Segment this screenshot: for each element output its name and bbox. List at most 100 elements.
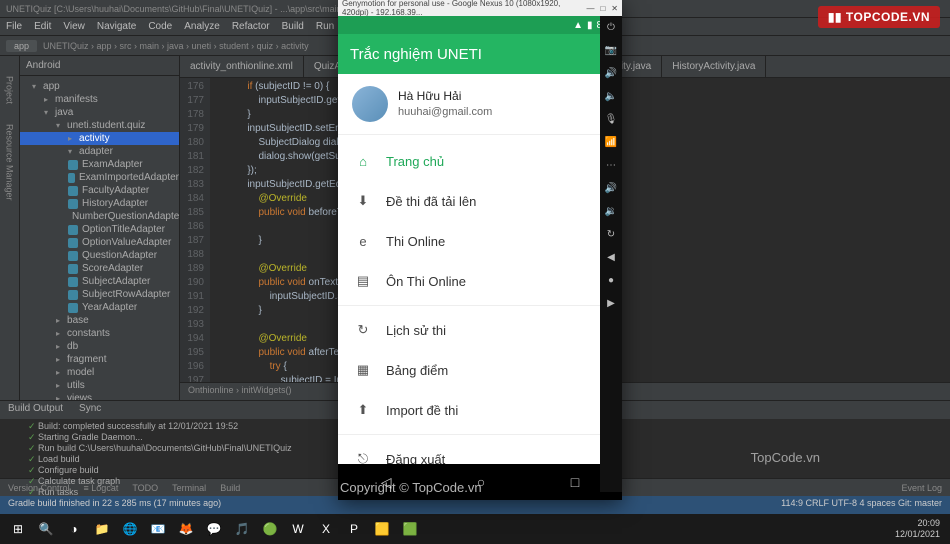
drawer-import[interactable]: ⬆Import đề thi bbox=[338, 390, 622, 430]
menu-edit[interactable]: Edit bbox=[34, 21, 51, 32]
tool-todo[interactable]: TODO bbox=[132, 483, 158, 493]
tree-questionadapter[interactable]: QuestionAdapter bbox=[20, 249, 179, 262]
tree-subjectadapter[interactable]: SubjectAdapter bbox=[20, 275, 179, 288]
tool-build[interactable]: Build bbox=[220, 483, 240, 493]
tree-base[interactable]: base bbox=[20, 314, 179, 327]
tree-fragment[interactable]: fragment bbox=[20, 353, 179, 366]
tree-historyadapter[interactable]: HistoryAdapter bbox=[20, 197, 179, 210]
app-title: Trắc nghiệm UNETI bbox=[350, 46, 482, 63]
tree-uneti-student-quiz[interactable]: uneti.student.quiz bbox=[20, 119, 179, 132]
drawer-logout[interactable]: ⎋Đăng xuất bbox=[338, 439, 622, 464]
drawer-globe[interactable]: eThi Online bbox=[338, 221, 622, 261]
menu-refactor[interactable]: Refactor bbox=[232, 21, 270, 32]
tree-scoreadapter[interactable]: ScoreAdapter bbox=[20, 262, 179, 275]
home-icon: ⌂ bbox=[354, 152, 372, 170]
emulator-titlebar[interactable]: Genymotion for personal use - Google Nex… bbox=[338, 0, 622, 16]
emu-tool-icon[interactable]: ▶ bbox=[607, 298, 615, 309]
taskbar-item[interactable]: 🟩 bbox=[396, 517, 424, 541]
tree-examimportedadapter[interactable]: ExamImportedAdapter bbox=[20, 171, 179, 184]
tree-java[interactable]: java bbox=[20, 106, 179, 119]
drawer-history[interactable]: ↻Lịch sử thi bbox=[338, 310, 622, 350]
emu-tool-icon[interactable]: 📷 bbox=[605, 45, 617, 56]
drawer-home[interactable]: ⌂ Trang chủ bbox=[338, 141, 622, 181]
tree-subjectrowadapter[interactable]: SubjectRowAdapter bbox=[20, 288, 179, 301]
close-icon[interactable]: ✕ bbox=[611, 4, 618, 13]
project-tree[interactable]: appmanifestsjavauneti.student.quizactivi… bbox=[20, 76, 179, 400]
history-icon: ↻ bbox=[354, 321, 372, 339]
tree-activity[interactable]: activity bbox=[20, 132, 179, 145]
tree-adapter[interactable]: adapter bbox=[20, 145, 179, 158]
emu-tool-icon[interactable]: 🎙 bbox=[605, 114, 618, 125]
menu-analyze[interactable]: Analyze bbox=[184, 21, 220, 32]
tree-optionvalueadapter[interactable]: OptionValueAdapter bbox=[20, 236, 179, 249]
emu-tool-icon[interactable]: ⏻ bbox=[607, 22, 615, 33]
emu-tool-icon[interactable]: 🔉 bbox=[605, 206, 617, 217]
taskbar-item[interactable]: 🔍 bbox=[32, 517, 60, 541]
tree-facultyadapter[interactable]: FacultyAdapter bbox=[20, 184, 179, 197]
user-email: huuhai@gmail.com bbox=[398, 104, 492, 120]
tree-optiontitleadapter[interactable]: OptionTitleAdapter bbox=[20, 223, 179, 236]
build-tab-sync[interactable]: Sync bbox=[79, 403, 101, 417]
taskbar-item[interactable]: 💬 bbox=[200, 517, 228, 541]
run-config-combo[interactable]: app bbox=[6, 40, 37, 52]
emu-tool-icon[interactable]: ↻ bbox=[607, 229, 615, 240]
max-icon[interactable]: □ bbox=[600, 4, 605, 13]
tree-model[interactable]: model bbox=[20, 366, 179, 379]
tool-version-control[interactable]: Version Control bbox=[8, 483, 70, 493]
taskbar-item[interactable]: 📁 bbox=[88, 517, 116, 541]
tree-views[interactable]: views bbox=[20, 392, 179, 400]
tree-constants[interactable]: constants bbox=[20, 327, 179, 340]
taskbar-item[interactable]: 📧 bbox=[144, 517, 172, 541]
system-tray[interactable]: 20:0912/01/2021 bbox=[895, 518, 946, 540]
tree-numberquestionadapter[interactable]: NumberQuestionAdapter bbox=[20, 210, 179, 223]
menu-build[interactable]: Build bbox=[282, 21, 304, 32]
taskbar-item[interactable]: W bbox=[284, 517, 312, 541]
tab-5[interactable]: HistoryActivity.java bbox=[662, 56, 766, 77]
menu-run[interactable]: Run bbox=[316, 21, 334, 32]
watermark: TopCode.vn bbox=[751, 450, 820, 465]
tool--logcat[interactable]: ≡ Logcat bbox=[84, 483, 119, 493]
drawer-upload[interactable]: ⬇Đề thi đã tải lên bbox=[338, 181, 622, 221]
emu-tool-icon[interactable]: 🔈 bbox=[605, 91, 617, 102]
emu-tool-icon[interactable]: 🔊 bbox=[605, 68, 617, 79]
taskbar-item[interactable]: 🦊 bbox=[172, 517, 200, 541]
taskbar-item[interactable]: X bbox=[312, 517, 340, 541]
battery-icon: ▮ bbox=[587, 20, 593, 31]
taskbar-item[interactable]: 🌐 bbox=[116, 517, 144, 541]
menu-navigate[interactable]: Navigate bbox=[97, 21, 136, 32]
taskbar-item[interactable]: 🟢 bbox=[256, 517, 284, 541]
score-icon: ▦ bbox=[354, 361, 372, 379]
drawer-book[interactable]: ▤Ôn Thi Online bbox=[338, 261, 622, 301]
project-view-combo[interactable]: Android bbox=[26, 60, 60, 71]
build-tab-output[interactable]: Build Output bbox=[8, 403, 63, 417]
emu-tool-icon[interactable]: ● bbox=[608, 275, 614, 286]
project-toolwin-tab[interactable]: Project bbox=[5, 76, 15, 104]
min-icon[interactable]: — bbox=[586, 4, 594, 13]
app-actionbar: Trắc nghiệm UNETI bbox=[338, 34, 622, 74]
drawer-label: Trang chủ bbox=[386, 154, 444, 169]
emu-tool-icon[interactable]: ⋯ bbox=[606, 160, 616, 171]
emu-tool-icon[interactable]: 🔊 bbox=[605, 183, 617, 194]
emu-tool-icon[interactable]: ◀ bbox=[607, 252, 615, 263]
tool-terminal[interactable]: Terminal bbox=[172, 483, 206, 493]
tab-0[interactable]: activity_onthionline.xml bbox=[180, 56, 304, 77]
event-log-btn[interactable]: Event Log bbox=[901, 483, 942, 493]
tree-manifests[interactable]: manifests bbox=[20, 93, 179, 106]
tree-utils[interactable]: utils bbox=[20, 379, 179, 392]
emu-tool-icon[interactable]: 📶 bbox=[605, 137, 617, 148]
taskbar-item[interactable]: ⊞ bbox=[4, 517, 32, 541]
tree-app[interactable]: app bbox=[20, 80, 179, 93]
recent-icon[interactable]: □ bbox=[571, 474, 579, 490]
resource-mgr-tab[interactable]: Resource Manager bbox=[5, 124, 15, 201]
menu-view[interactable]: View bbox=[63, 21, 85, 32]
tree-yearadapter[interactable]: YearAdapter bbox=[20, 301, 179, 314]
taskbar-item[interactable]: ◑ bbox=[60, 517, 88, 541]
taskbar-item[interactable]: P bbox=[340, 517, 368, 541]
menu-code[interactable]: Code bbox=[148, 21, 172, 32]
menu-file[interactable]: File bbox=[6, 21, 22, 32]
taskbar-item[interactable]: 🟨 bbox=[368, 517, 396, 541]
tree-examadapter[interactable]: ExamAdapter bbox=[20, 158, 179, 171]
taskbar-item[interactable]: 🎵 bbox=[228, 517, 256, 541]
drawer-score[interactable]: ▦Bảng điểm bbox=[338, 350, 622, 390]
tree-db[interactable]: db bbox=[20, 340, 179, 353]
